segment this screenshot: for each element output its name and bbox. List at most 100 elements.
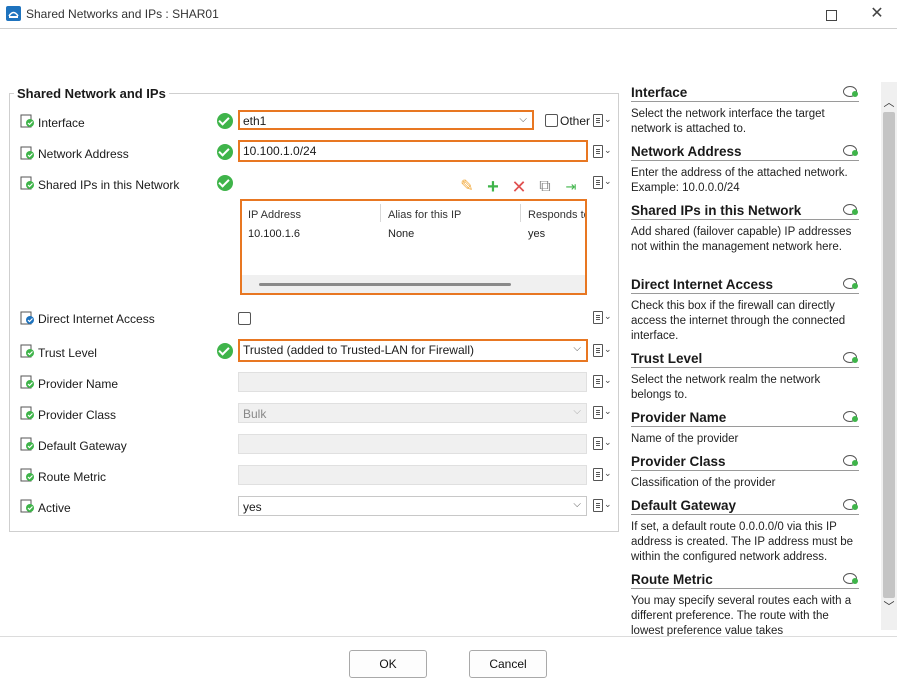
help-text: If set, a default route 0.0.0.0/0 via th… — [631, 521, 854, 563]
field-status-icon — [20, 437, 34, 451]
help-divider — [631, 470, 859, 471]
help-text: Enter the address of the attached networ… — [631, 167, 848, 194]
provider-name-label: Provider Name — [38, 377, 119, 391]
valid-check-icon — [217, 175, 233, 191]
add-plus-icon[interactable]: + — [484, 177, 502, 197]
field-status-icon — [20, 146, 34, 160]
scrollbar-thumb[interactable] — [883, 112, 895, 598]
shared-ips-label: Shared IPs in this Network — [38, 178, 180, 192]
active-label: Active — [38, 501, 71, 515]
close-icon: ✕ — [870, 5, 884, 22]
default-gateway-input[interactable] — [238, 434, 587, 454]
field-status-icon — [20, 344, 34, 358]
cancel-button[interactable]: Cancel — [469, 650, 547, 678]
chevron-down-icon: ⌵ — [573, 499, 581, 510]
help-text: Name of the provider — [631, 433, 739, 445]
help-comment-icon[interactable] — [843, 573, 858, 584]
help-text: Select the network realm the network bel… — [631, 374, 821, 401]
import-icon[interactable]: ⇥ — [562, 178, 580, 196]
field-menu-icon[interactable]: ⌄ — [593, 343, 612, 359]
field-status-icon — [20, 176, 34, 190]
help-title: Network Address — [631, 144, 742, 159]
interface-select[interactable]: eth1 ⌵ — [238, 110, 534, 130]
ok-button[interactable]: OK — [349, 650, 427, 678]
help-divider — [631, 367, 859, 368]
scroll-up-icon[interactable]: ︿ — [881, 94, 897, 109]
active-value: yes — [243, 500, 262, 514]
help-text: Classification of the provider — [631, 477, 776, 489]
help-comment-icon[interactable] — [843, 145, 858, 156]
help-title: Provider Class — [631, 454, 726, 469]
column-header[interactable]: Alias for this IP — [388, 209, 461, 221]
app-logo-icon — [6, 6, 21, 21]
active-select[interactable]: yes ⌵ — [238, 496, 587, 516]
help-text: You may specify several routes each with… — [631, 595, 852, 636]
help-divider — [631, 514, 859, 515]
direct-internet-checkbox[interactable] — [238, 312, 251, 325]
title-bar: Shared Networks and IPs : SHAR01 ✕ — [0, 0, 897, 29]
help-comment-icon[interactable] — [843, 278, 858, 289]
table-cell[interactable]: None — [388, 228, 414, 240]
window-title: Shared Networks and IPs : SHAR01 — [26, 7, 219, 21]
help-title: Default Gateway — [631, 498, 737, 513]
column-header[interactable]: Responds to — [528, 209, 585, 221]
help-text: Add shared (failover capable) IP address… — [631, 226, 852, 253]
scroll-down-icon[interactable]: ﹀ — [881, 598, 897, 613]
provider-name-input[interactable] — [238, 372, 587, 392]
route-metric-input[interactable] — [238, 465, 587, 485]
help-comment-icon[interactable] — [843, 204, 858, 215]
help-comment-icon[interactable] — [843, 352, 858, 363]
network-address-label: Network Address — [38, 147, 129, 161]
interface-value: eth1 — [243, 114, 267, 128]
help-title: Interface — [631, 85, 688, 100]
vertical-scrollbar[interactable]: ︿ ﹀ — [881, 82, 897, 630]
valid-check-icon — [217, 343, 233, 359]
shared-ips-table[interactable]: IP Address Alias for this IP Responds to… — [240, 199, 587, 295]
interface-label: Interface — [38, 116, 85, 130]
horizontal-scrollbar[interactable] — [242, 275, 585, 293]
field-menu-icon[interactable]: ⌄ — [593, 467, 612, 483]
field-menu-icon[interactable]: ⌄ — [593, 144, 612, 160]
edit-pencil-icon[interactable]: ✎ — [458, 178, 476, 196]
field-menu-icon[interactable]: ⌄ — [593, 310, 612, 326]
help-divider — [631, 160, 859, 161]
field-menu-icon[interactable]: ⌄ — [593, 374, 612, 390]
column-divider — [520, 204, 521, 222]
copy-icon[interactable]: ⧉ — [536, 178, 554, 196]
help-divider — [631, 101, 859, 102]
maximize-button[interactable] — [816, 2, 846, 26]
help-comment-icon[interactable] — [843, 411, 858, 422]
field-menu-icon[interactable]: ⌄ — [593, 498, 612, 514]
network-address-value: 10.100.1.0/24 — [243, 144, 317, 158]
field-status-icon — [20, 114, 34, 128]
help-title: Direct Internet Access — [631, 277, 774, 292]
help-title: Trust Level — [631, 351, 703, 366]
field-menu-icon[interactable]: ⌄ — [593, 175, 612, 191]
help-comment-icon[interactable] — [843, 499, 858, 510]
scrollbar-thumb[interactable] — [259, 283, 511, 286]
table-cell[interactable]: 10.100.1.6 — [248, 228, 300, 240]
default-gateway-label: Default Gateway — [38, 439, 127, 453]
field-menu-icon[interactable]: ⌄ — [593, 436, 612, 452]
provider-class-select[interactable]: Bulk ⌵ — [238, 403, 587, 423]
help-comment-icon[interactable] — [843, 86, 858, 97]
other-checkbox[interactable] — [545, 114, 558, 127]
column-header[interactable]: IP Address — [248, 209, 301, 221]
field-menu-icon[interactable]: ⌄ — [593, 113, 612, 129]
close-button[interactable]: ✕ — [862, 2, 892, 26]
help-panel: Interface Select the network interface t… — [631, 80, 861, 636]
table-cell[interactable]: yes — [528, 228, 545, 240]
valid-check-icon — [217, 113, 233, 129]
network-address-input[interactable]: 10.100.1.0/24 — [238, 140, 588, 162]
trust-level-select[interactable]: Trusted (added to Trusted-LAN for Firewa… — [238, 339, 588, 362]
column-divider — [380, 204, 381, 222]
field-info-icon — [20, 311, 34, 325]
delete-x-icon[interactable]: ✕ — [510, 178, 528, 196]
help-title: Provider Name — [631, 410, 727, 425]
help-comment-icon[interactable] — [843, 455, 858, 466]
help-title: Shared IPs in this Network — [631, 203, 802, 218]
chevron-down-icon: ⌵ — [573, 406, 581, 417]
help-text: Check this box if the firewall can direc… — [631, 300, 846, 342]
field-menu-icon[interactable]: ⌄ — [593, 405, 612, 421]
dialog-footer — [0, 636, 897, 687]
